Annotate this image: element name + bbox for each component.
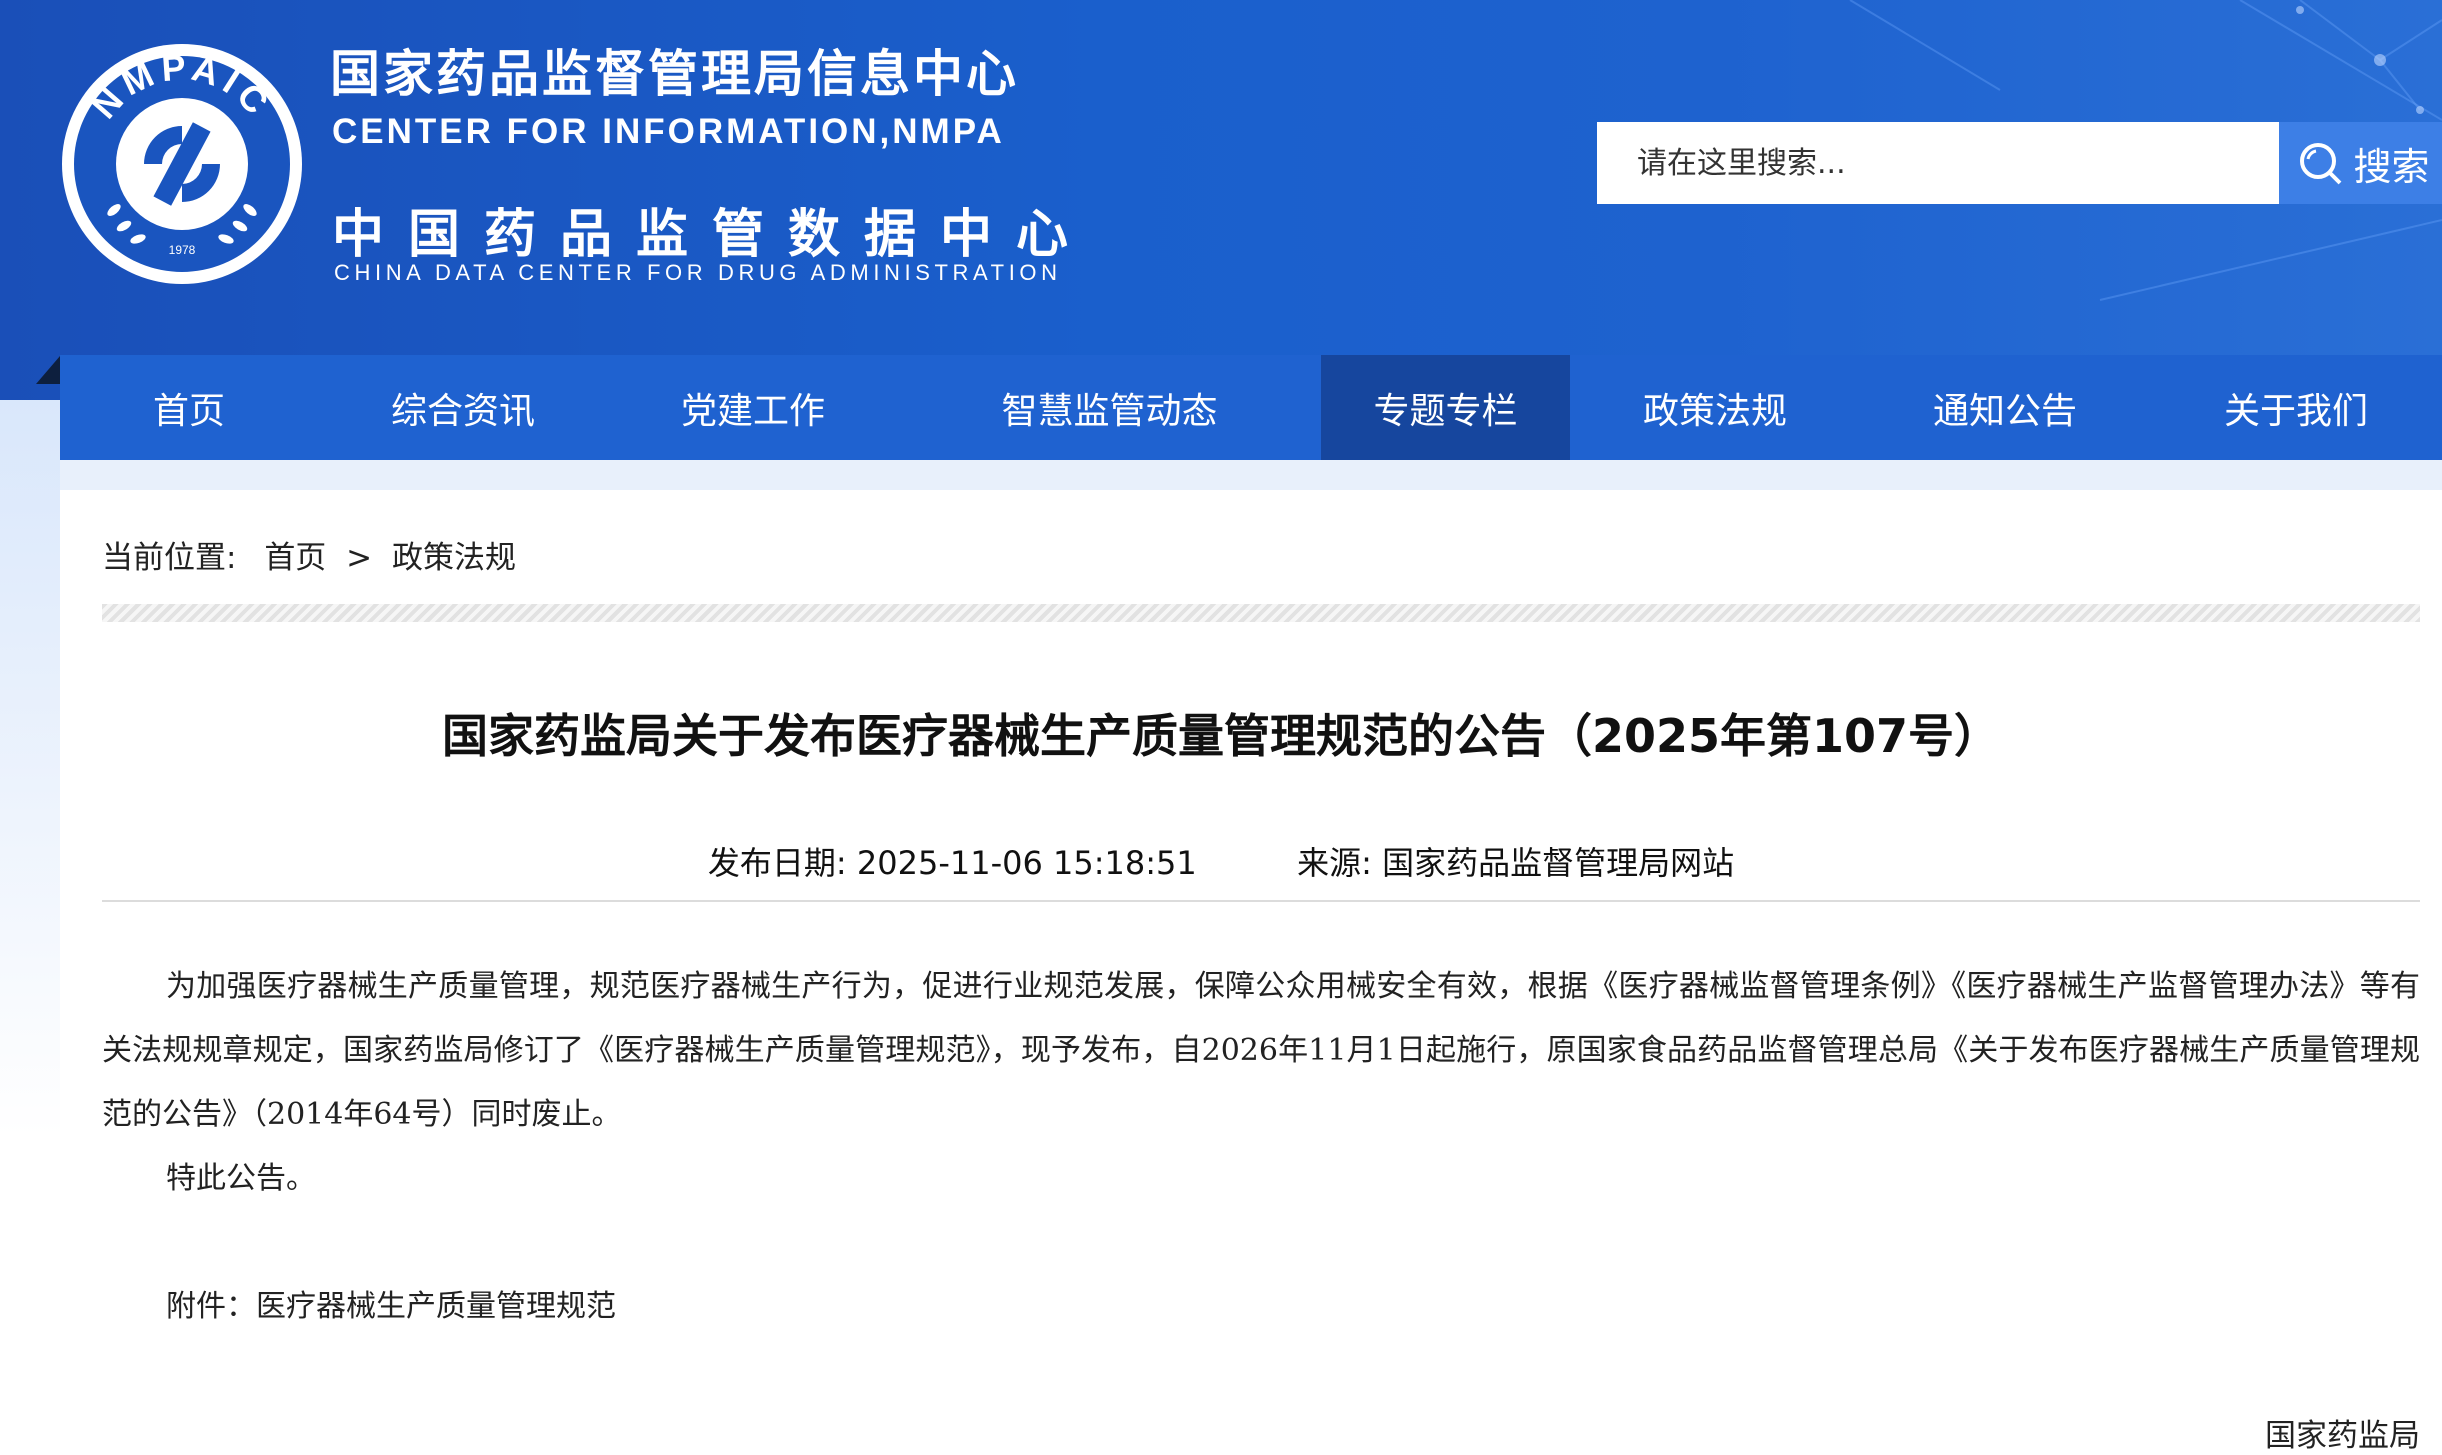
nmpaic-logo: NMPAIC 1978 — [62, 44, 302, 284]
nav-item-notices[interactable]: 通知公告 — [1860, 355, 2150, 460]
article-body: 为加强医疗器械生产质量管理，规范医疗器械生产行为，促进行业规范发展，保障公众用械… — [102, 955, 2420, 1339]
breadcrumb-prefix: 当前位置: — [102, 540, 237, 576]
publish-date-label: 发布日期: — [707, 844, 847, 882]
nav-item-about[interactable]: 关于我们 — [2150, 355, 2442, 460]
nav-item-special-topics[interactable]: 专题专栏 — [1321, 355, 1570, 460]
nav-item-news[interactable]: 综合资讯 — [318, 355, 608, 460]
content-top-strip — [60, 460, 2442, 490]
brand-subtitle-en: CHINA DATA CENTER FOR DRUG ADMINISTRATIO… — [334, 260, 1062, 285]
article-blank-line — [102, 1211, 2420, 1275]
site-header: NMPAIC 1978 国家药品监督管理局信息中心 CENTER FOR INF… — [0, 0, 2442, 400]
publish-date-value: 2025-11-06 15:18:51 — [856, 844, 1197, 882]
nav-item-home[interactable]: 首页 — [60, 355, 318, 460]
brand-subtitle-cn: 中国药品监管数据中心 — [332, 205, 1093, 265]
nav-corner-decoration — [36, 356, 60, 384]
nav-item-policies[interactable]: 政策法规 — [1570, 355, 1860, 460]
attachment-link[interactable]: 附件：医疗器械生产质量管理规范 — [102, 1275, 2420, 1339]
side-background — [0, 400, 60, 1452]
nav-item-party[interactable]: 党建工作 — [608, 355, 898, 460]
search-button-label: 搜索 — [2353, 144, 2430, 189]
breadcrumb: 当前位置: 首页 > 政策法规 — [102, 532, 520, 577]
hatched-divider — [102, 604, 2420, 622]
article-paragraph: 特此公告。 — [166, 1161, 316, 1196]
article-meta: 发布日期: 2025-11-06 15:18:51 来源: 国家药品监督管理局网… — [0, 838, 2442, 884]
breadcrumb-home-link[interactable]: 首页 — [264, 540, 326, 576]
main-nav: 首页 综合资讯 党建工作 智慧监管动态 专题专栏 政策法规 通知公告 关于我们 — [60, 355, 2442, 460]
brand-title-cn: 国家药品监督管理局信息中心 — [330, 45, 1019, 103]
article-container: 当前位置: 首页 > 政策法规 国家药监局关于发布医疗器械生产质量管理规范的公告… — [60, 490, 2442, 1454]
search-icon — [2300, 143, 2342, 185]
brand-title-en: CENTER FOR INFORMATION,NMPA — [332, 112, 1005, 151]
source-label: 来源: — [1297, 844, 1372, 882]
breadcrumb-separator: > — [346, 540, 373, 576]
source-value: 国家药品监督管理局网站 — [1382, 844, 1735, 882]
article-paragraph: 为加强医疗器械生产质量管理，规范医疗器械生产行为，促进行业规范发展，保障公众用械… — [102, 969, 2420, 1132]
search-input[interactable] — [1597, 122, 2279, 204]
article-signature: 国家药监局 — [2265, 1418, 2420, 1454]
article-title: 国家药监局关于发布医疗器械生产质量管理规范的公告（2025年第107号） — [441, 709, 2001, 763]
meta-divider — [102, 900, 2420, 902]
nav-item-smart-supervision[interactable]: 智慧监管动态 — [898, 355, 1321, 460]
breadcrumb-current-link[interactable]: 政策法规 — [392, 540, 516, 576]
logo-year: 1978 — [169, 243, 196, 257]
search-button[interactable]: 搜索 — [2279, 122, 2442, 204]
